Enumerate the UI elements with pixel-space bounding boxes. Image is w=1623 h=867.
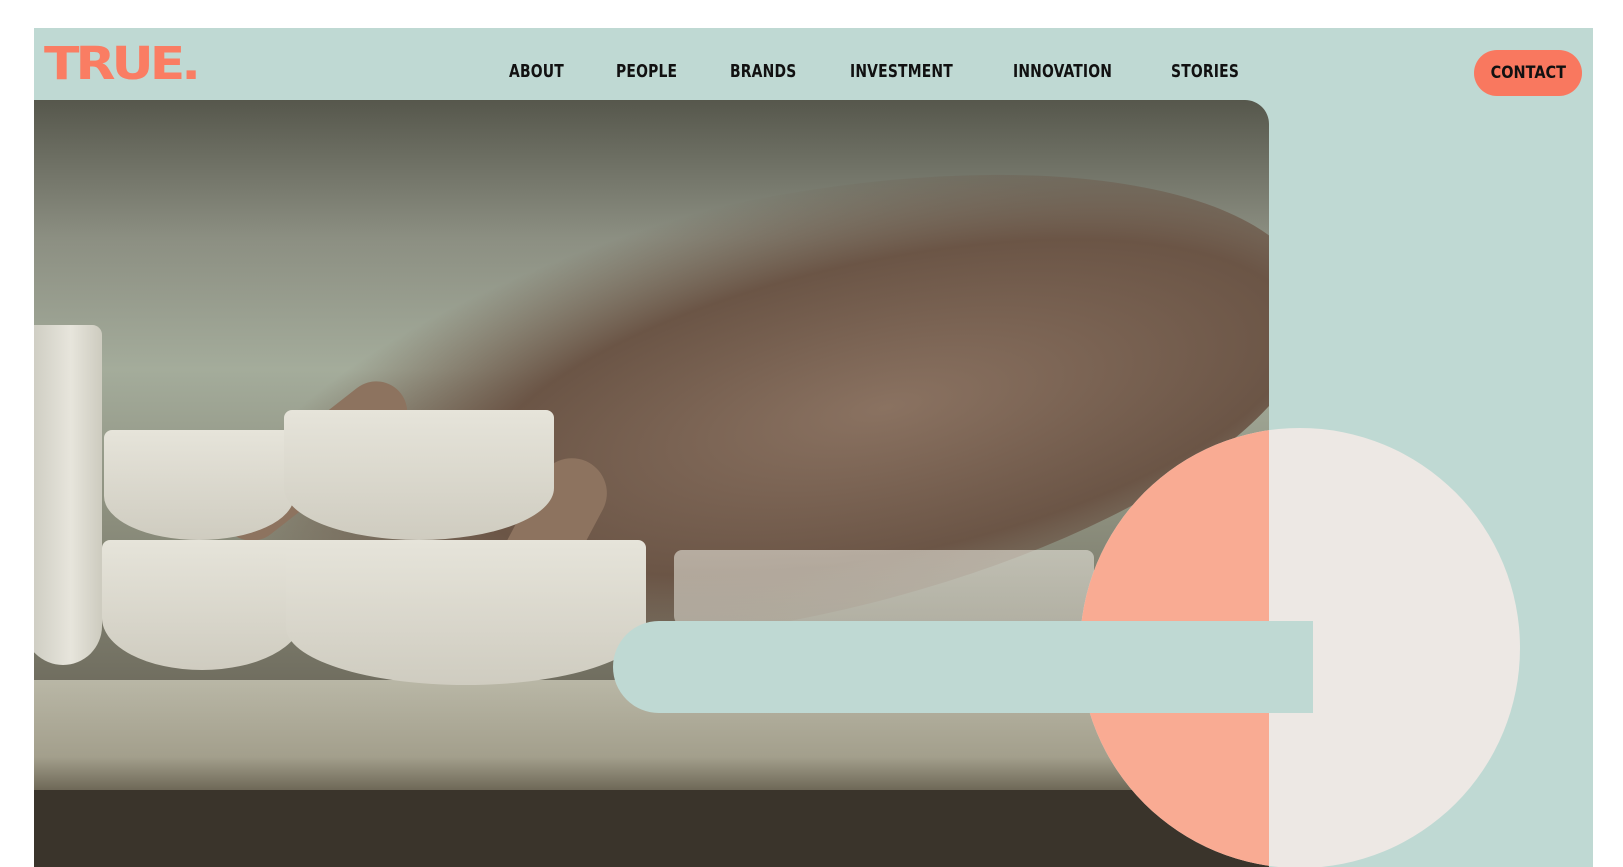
nav-item-about[interactable]: ABOUT	[509, 61, 564, 82]
decorative-bar	[613, 621, 1313, 713]
nav-item-brands[interactable]: BRANDS	[730, 61, 796, 82]
bowl-image	[286, 540, 646, 685]
bowl-image	[104, 430, 294, 540]
nav-item-investment[interactable]: INVESTMENT	[850, 61, 953, 82]
main-nav: ABOUT PEOPLE BRANDS INVESTMENT INNOVATIO…	[509, 56, 1293, 86]
nav-item-people[interactable]: PEOPLE	[616, 61, 677, 82]
contact-button[interactable]: CONTACT	[1474, 50, 1582, 96]
brand-logo[interactable]: TRUE.	[44, 41, 201, 87]
nav-item-innovation[interactable]: INNOVATION	[1013, 61, 1112, 82]
page-frame: TRUE. ABOUT PEOPLE BRANDS INVESTMENT INN…	[34, 28, 1593, 867]
contact-button-label: CONTACT	[1490, 63, 1566, 83]
cup-image	[34, 325, 102, 665]
bowl-image	[284, 410, 554, 540]
bowl-image	[102, 540, 302, 670]
nav-item-stories[interactable]: STORIES	[1171, 61, 1239, 82]
